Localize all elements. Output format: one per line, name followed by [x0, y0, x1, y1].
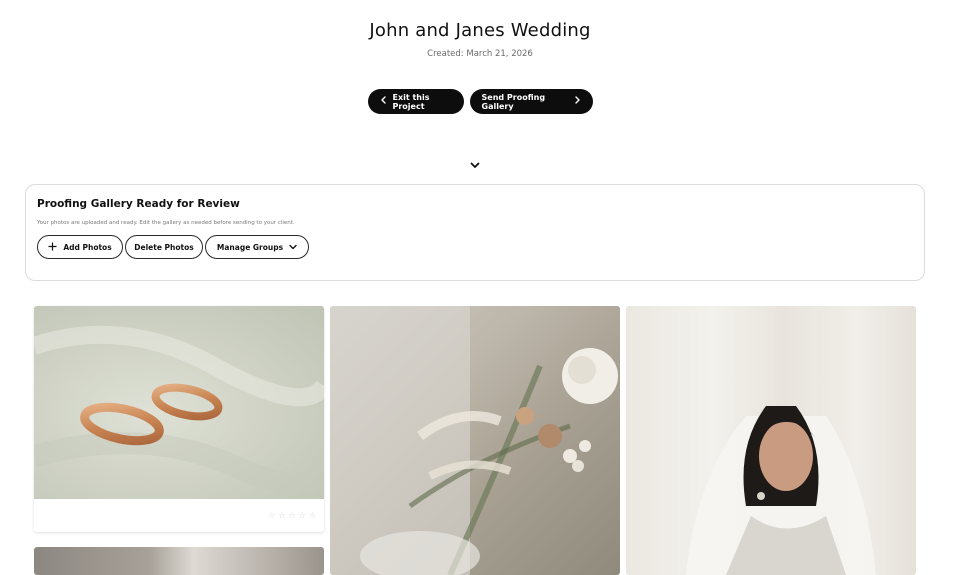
review-card: Proofing Gallery Ready for Review Your p…: [25, 184, 925, 281]
delete-photos-label: Delete Photos: [134, 242, 194, 252]
collapse-toggle[interactable]: [468, 156, 482, 170]
star-icon[interactable]: ☆: [278, 511, 285, 520]
rating-stars[interactable]: ☆ ☆ ☆ ☆ ☆: [268, 511, 316, 520]
send-proofing-gallery-button[interactable]: Send Proofing Gallery: [469, 89, 593, 114]
manage-groups-button[interactable]: Manage Groups: [205, 235, 309, 259]
add-photos-button[interactable]: Add Photos: [37, 235, 123, 259]
gallery-toolbar: Add Photos Delete Photos Manage Groups: [37, 235, 309, 259]
photo-bride-veil[interactable]: [34, 547, 324, 575]
star-icon[interactable]: ☆: [309, 511, 316, 520]
chevron-down-icon: [470, 154, 480, 173]
delete-photos-button[interactable]: Delete Photos: [125, 235, 203, 259]
chevron-left-icon: [380, 96, 387, 107]
exit-project-label: Exit this Project: [392, 92, 430, 111]
photo-bridal-bouquet[interactable]: [330, 306, 620, 575]
project-actions: Exit this Project Send Proofing Gallery: [0, 89, 960, 114]
plus-icon: [48, 241, 57, 254]
review-card-description: Your photos are uploaded and ready. Edit…: [37, 220, 295, 226]
star-icon[interactable]: ☆: [299, 511, 306, 520]
project-header: John and Janes Wedding Created: March 21…: [0, 20, 960, 59]
photo-wedding-rings[interactable]: [34, 306, 324, 499]
review-card-title: Proofing Gallery Ready for Review: [37, 198, 240, 210]
send-proofing-gallery-label: Send Proofing Gallery: [481, 92, 546, 111]
add-photos-label: Add Photos: [63, 242, 112, 252]
photo-bride-portrait[interactable]: [626, 306, 916, 575]
star-icon[interactable]: ☆: [288, 511, 295, 520]
photo-card-rings[interactable]: ☆ ☆ ☆ ☆ ☆: [34, 306, 324, 532]
project-title: John and Janes Wedding: [369, 20, 591, 41]
star-icon[interactable]: ☆: [268, 511, 275, 520]
manage-groups-label: Manage Groups: [216, 242, 284, 252]
chevron-down-icon: [289, 243, 297, 252]
created-date: Created: March 21, 2026: [427, 49, 533, 59]
chevron-right-icon: [574, 96, 581, 107]
photo-footer: ☆ ☆ ☆ ☆ ☆: [34, 499, 324, 532]
exit-project-button[interactable]: Exit this Project: [367, 89, 464, 114]
